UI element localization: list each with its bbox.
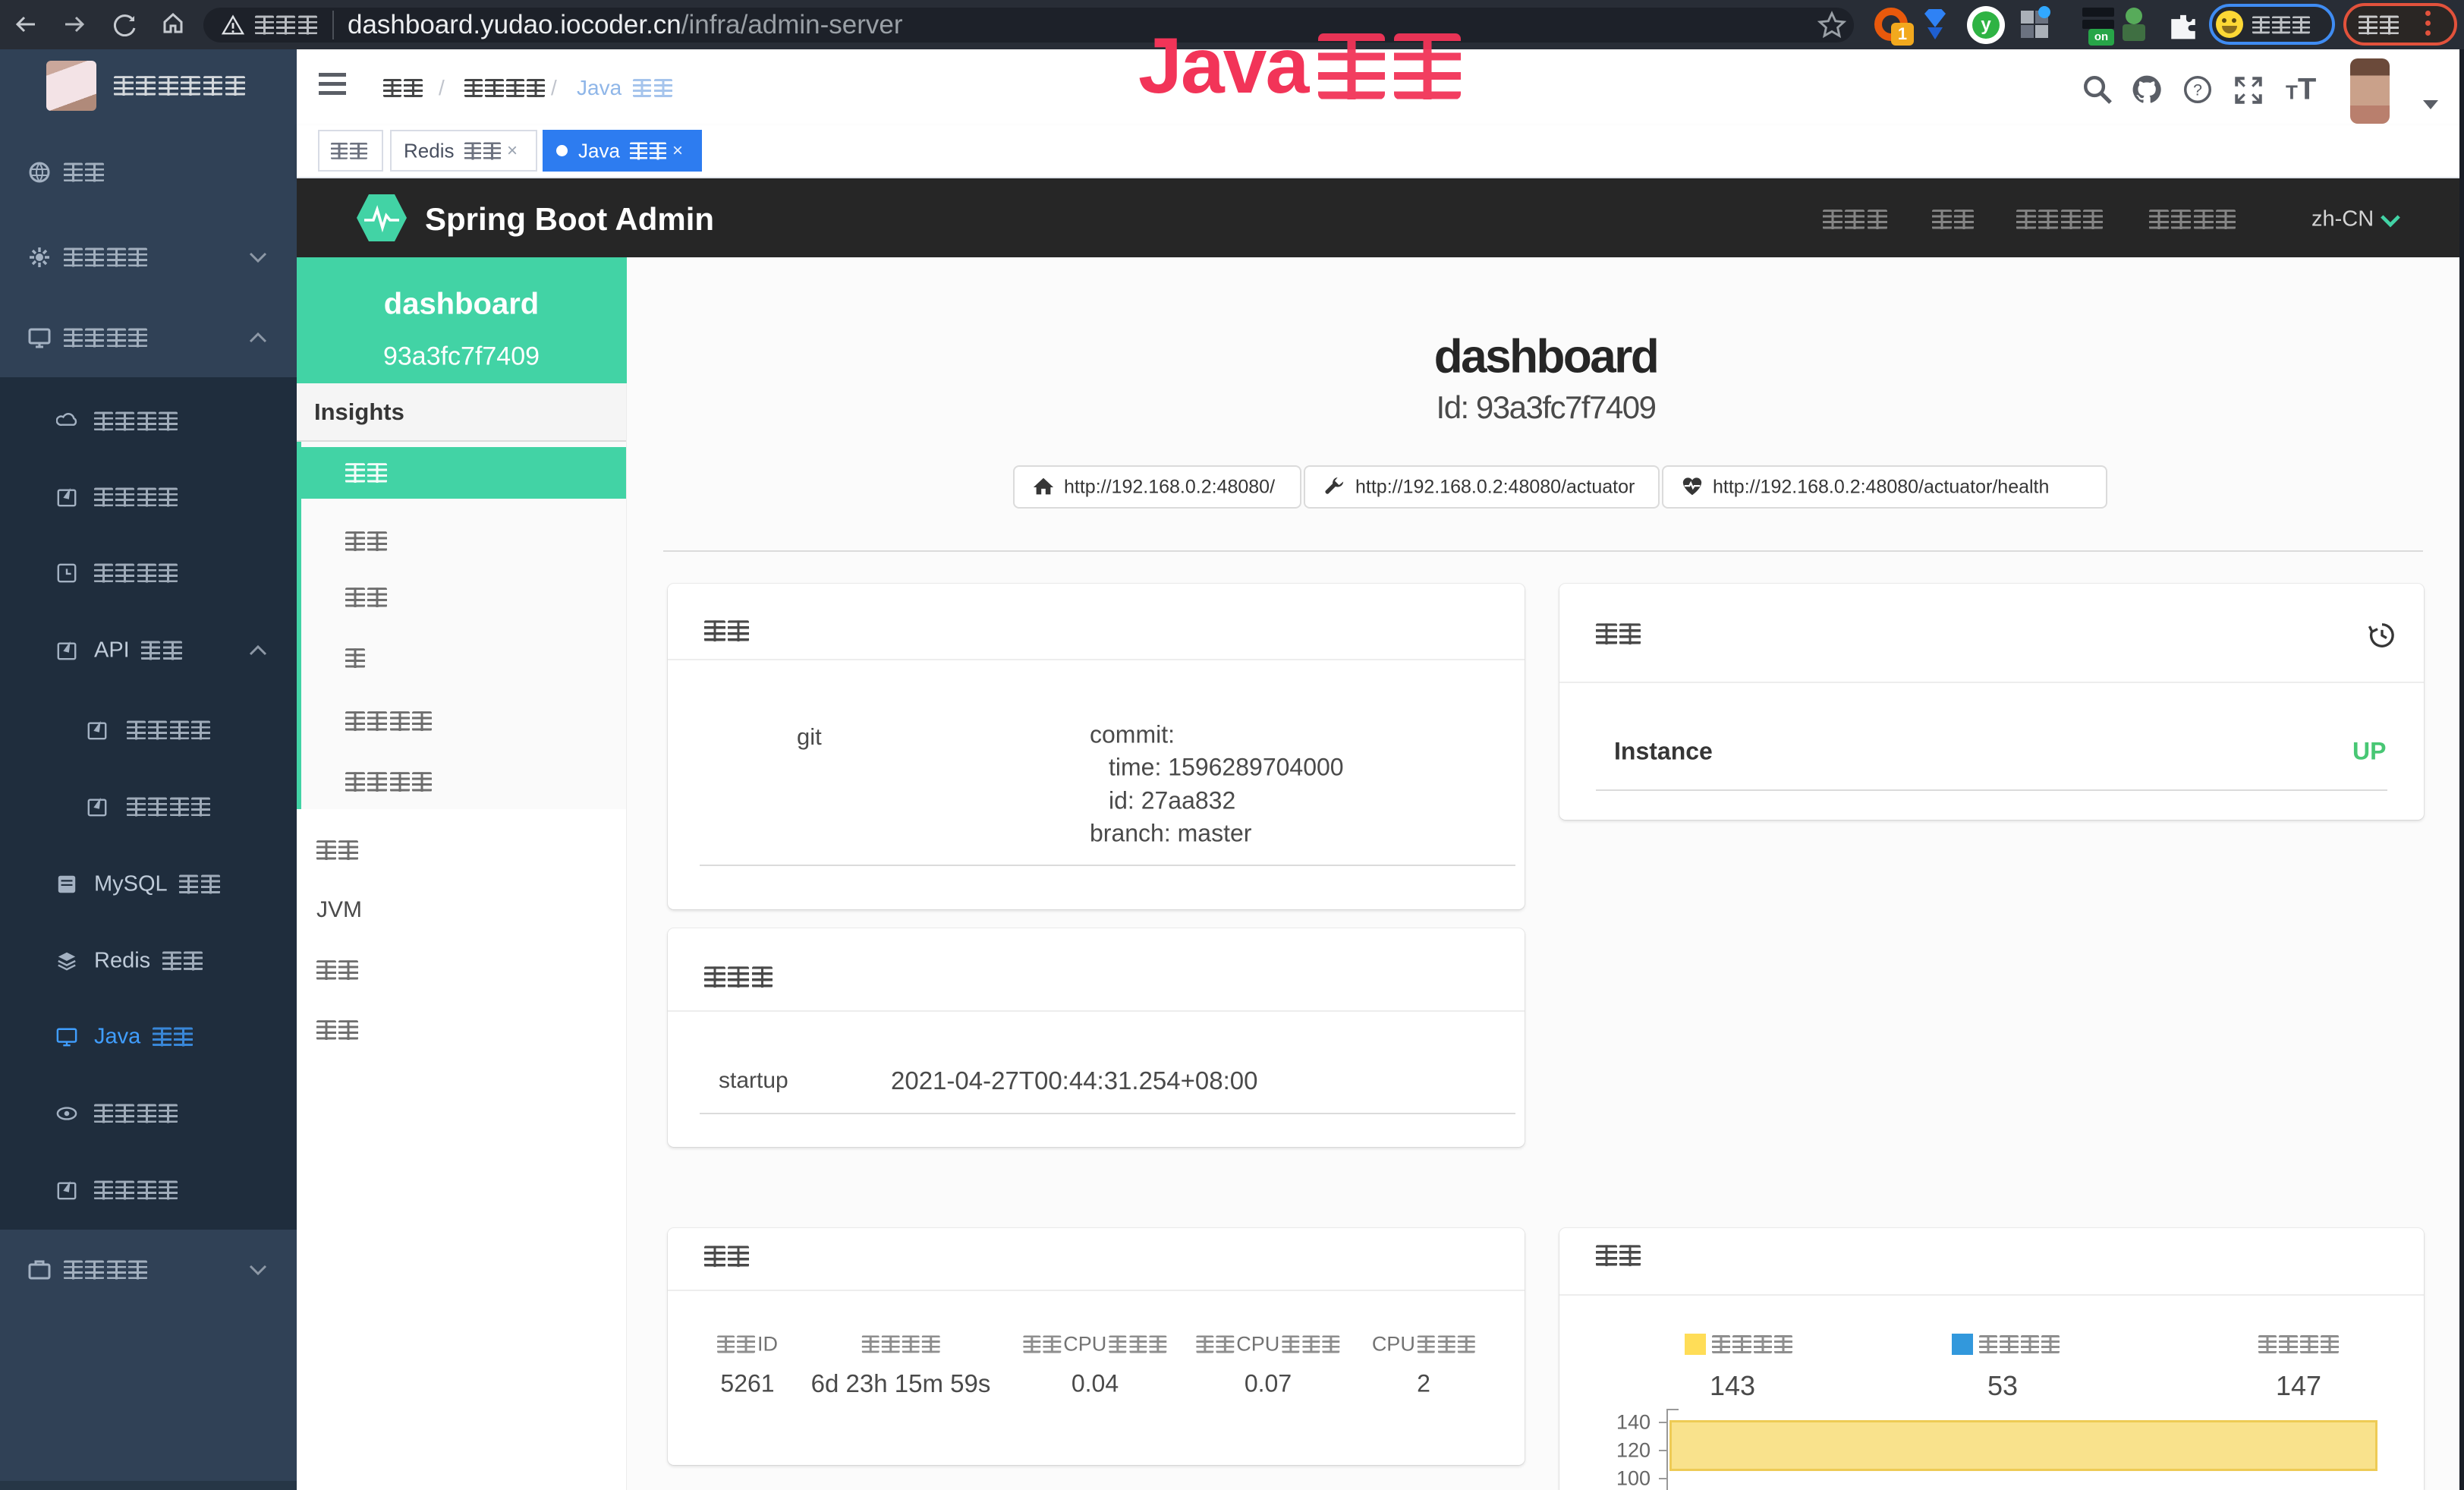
svg-text:?: ? bbox=[2193, 81, 2202, 99]
